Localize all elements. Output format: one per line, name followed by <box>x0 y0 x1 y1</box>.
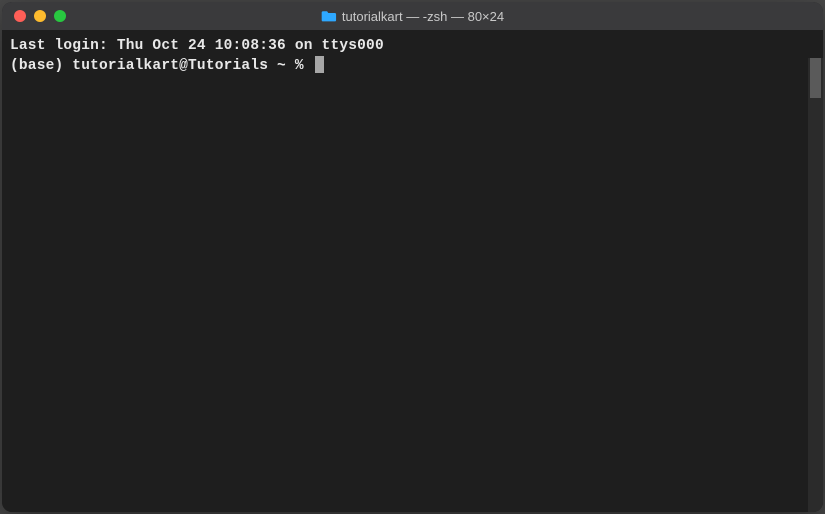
terminal-window: tutorialkart — -zsh — 80×24 Last login: … <box>2 2 823 512</box>
scrollbar-thumb[interactable] <box>810 58 821 98</box>
window-title-area: tutorialkart — -zsh — 80×24 <box>321 9 504 24</box>
last-login-line: Last login: Thu Oct 24 10:08:36 on ttys0… <box>10 36 815 56</box>
window-titlebar[interactable]: tutorialkart — -zsh — 80×24 <box>2 2 823 30</box>
prompt-text: (base) tutorialkart@Tutorials ~ % <box>10 58 313 74</box>
maximize-button[interactable] <box>54 10 66 22</box>
scrollbar-track[interactable] <box>808 58 823 512</box>
minimize-button[interactable] <box>34 10 46 22</box>
window-title: tutorialkart — -zsh — 80×24 <box>342 9 504 24</box>
close-button[interactable] <box>14 10 26 22</box>
traffic-lights <box>14 10 66 22</box>
terminal-content-wrap: Last login: Thu Oct 24 10:08:36 on ttys0… <box>2 30 823 512</box>
prompt-line: (base) tutorialkart@Tutorials ~ % <box>10 56 815 76</box>
folder-icon <box>321 10 336 22</box>
terminal-body[interactable]: Last login: Thu Oct 24 10:08:36 on ttys0… <box>2 30 823 512</box>
cursor <box>315 56 324 73</box>
